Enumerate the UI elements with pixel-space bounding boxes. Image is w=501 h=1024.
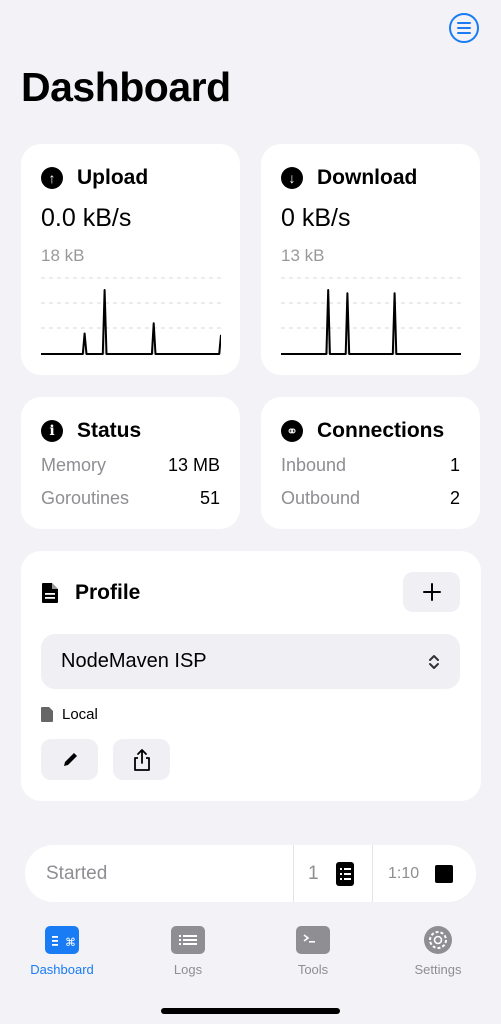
inbound-value: 1 [449,455,460,475]
page-title: Dashboard [21,64,231,110]
profile-label: Profile [75,581,141,604]
outbound-key: Outbound [281,488,361,508]
goroutines-row: Goroutines 51 [41,488,220,509]
list-icon[interactable] [336,862,354,886]
profile-select[interactable]: NodeMaven ISP [41,634,460,689]
inbound-key: Inbound [281,455,347,475]
chevron-up-down-icon [429,654,439,669]
goroutines-value: 51 [199,488,220,508]
outbound-value: 2 [449,488,460,508]
tab-settings-label: Settings [414,962,462,977]
upload-card: ↑ Upload 0.0 kB/s 18 kB [21,144,240,375]
tab-settings[interactable]: Settings [388,926,488,977]
profile-source-label: Local [62,706,98,723]
status-label: Status [77,419,142,442]
terminal-icon [296,926,330,954]
sparkline-area [281,290,461,354]
service-state: Started [46,863,108,884]
memory-row: Memory 13 MB [41,455,220,476]
tab-dashboard[interactable]: ⌘ Dashboard [12,926,112,977]
share-icon [133,748,150,771]
profile-selected-value: NodeMaven ISP [61,650,207,672]
sparkline-area [41,290,221,354]
goroutines-key: Goroutines [41,488,130,508]
download-card: ↓ Download 0 kB/s 13 kB [261,144,480,375]
file-icon [41,707,53,722]
arrow-up-circle-icon: ↑ [41,167,63,189]
download-label: Download [317,166,418,189]
service-status-bar: Started 1 1:10 [25,845,476,902]
memory-value: 13 MB [167,455,220,475]
link-circle-icon: ⚭ [281,420,303,442]
tab-dashboard-label: Dashboard [30,962,94,977]
connections-label: Connections [317,419,445,442]
logs-icon [171,926,205,954]
connections-card[interactable]: ⚭ Connections Inbound 1 Outbound 2 [261,397,480,529]
home-indicator [161,1008,340,1014]
sparkline-line [281,289,461,355]
upload-rate: 0.0 kB/s [41,204,132,232]
download-sparkline [281,277,461,355]
info-circle-icon: i [41,420,63,442]
upload-total: 18 kB [41,246,85,265]
tab-tools-label: Tools [297,962,329,977]
document-icon [42,583,58,603]
memory-key: Memory [41,455,107,475]
arrow-down-circle-icon: ↓ [281,167,303,189]
profile-source: Local [41,706,98,723]
outbound-row: Outbound 2 [281,488,460,509]
tab-logs[interactable]: Logs [138,926,238,977]
download-total: 13 kB [281,246,325,265]
upload-label: Upload [77,166,149,189]
uptime: 1:10 [388,865,420,882]
share-profile-button[interactable] [113,739,170,780]
menu-button[interactable] [449,13,479,43]
stop-button[interactable] [435,865,453,883]
edit-profile-button[interactable] [41,739,98,780]
download-rate: 0 kB/s [281,204,351,232]
sparkline-line [41,289,221,355]
connection-count: 1 [308,863,319,884]
upload-sparkline [41,277,221,355]
tab-tools[interactable]: Tools [263,926,363,977]
gear-icon [421,926,455,954]
svg-text:⌘: ⌘ [65,936,75,949]
tab-logs-label: Logs [173,962,203,977]
menu-icon [457,22,471,24]
dashboard-icon: ⌘ [45,926,79,954]
status-card: i Status Memory 13 MB Goroutines 51 [21,397,240,529]
pencil-icon [63,752,77,766]
plus-icon [422,583,441,601]
inbound-row: Inbound 1 [281,455,460,476]
add-profile-button[interactable] [403,572,460,612]
tab-bar: ⌘ Dashboard Logs Tools Settings [0,920,501,990]
